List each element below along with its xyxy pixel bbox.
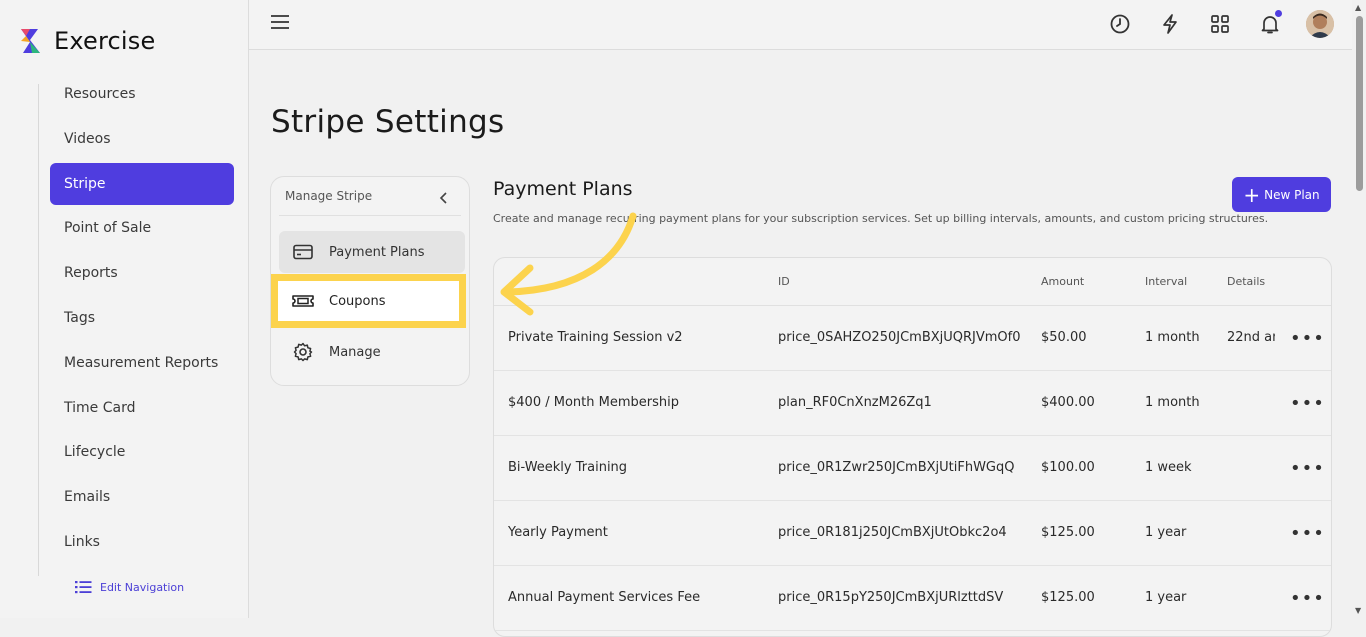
row-more-actions-icon[interactable]: •••	[1290, 588, 1325, 609]
clock-icon	[1110, 14, 1130, 34]
notification-dot	[1275, 10, 1282, 17]
scroll-down-icon[interactable]: ▼	[1355, 606, 1361, 615]
avatar-image	[1306, 10, 1334, 38]
row-more-actions-icon[interactable]: •••	[1290, 458, 1325, 479]
plan-id: plan_RF0CnXnzM26Zq1	[778, 395, 932, 410]
row-more-actions-icon[interactable]: •••	[1290, 523, 1325, 544]
sidebar-item-measurement-reports[interactable]: Measurement Reports	[50, 342, 234, 384]
sidebar-nav: Resources Videos Stripe Point of Sale Re…	[50, 73, 234, 566]
page-scrollbar[interactable]: ▲ ▼	[1352, 0, 1366, 618]
nav-rail	[38, 84, 39, 576]
manage-item-coupons[interactable]: Coupons	[271, 274, 466, 328]
sidebar-item-time-card[interactable]: Time Card	[50, 387, 234, 429]
notifications-button[interactable]	[1256, 10, 1284, 38]
brand[interactable]: Exercise	[18, 27, 155, 55]
plan-interval: 1 month	[1145, 395, 1200, 410]
coupons-label: Coupons	[329, 293, 386, 309]
history-button[interactable]	[1106, 10, 1134, 38]
quick-actions-button[interactable]	[1156, 10, 1184, 38]
plan-name: $400 / Month Membership	[508, 395, 679, 410]
manage-label: Manage	[329, 344, 381, 360]
payment-plans-label: Payment Plans	[329, 244, 425, 260]
scroll-thumb[interactable]	[1356, 16, 1363, 191]
topbar-actions	[1084, 10, 1334, 38]
sidebar-item-stripe[interactable]: Stripe	[50, 162, 234, 205]
plan-amount: $50.00	[1041, 330, 1087, 345]
edit-navigation-link[interactable]: Edit Navigation	[75, 580, 184, 594]
table-row[interactable]: Annual Payment Services Fee price_0R15pY…	[494, 566, 1331, 631]
column-header-id: ID	[778, 275, 790, 288]
column-header-details: Details	[1227, 275, 1266, 288]
sidebar-item-videos[interactable]: Videos	[50, 118, 234, 160]
menu-button[interactable]	[271, 14, 289, 34]
table-row[interactable]: $400 / Month Membership plan_RF0CnXnzM26…	[494, 371, 1331, 436]
sidebar-item-resources[interactable]: Resources	[50, 73, 234, 115]
apps-button[interactable]	[1206, 10, 1234, 38]
new-plan-label: New Plan	[1264, 187, 1320, 202]
bolt-icon	[1163, 14, 1177, 34]
page-title: Stripe Settings	[271, 104, 505, 140]
plan-amount: $100.00	[1041, 460, 1095, 475]
exercise-logo-icon	[21, 29, 40, 53]
ticket-icon	[292, 295, 314, 307]
table-row[interactable]: Yearly Payment price_0R181j250JCmBXjUtOb…	[494, 501, 1331, 566]
plan-id: price_0R15pY250JCmBXjURlzttdSV	[778, 590, 1004, 605]
plan-amount: $125.00	[1041, 525, 1095, 540]
plan-interval: 1 year	[1145, 525, 1187, 540]
sidebar-item-links[interactable]: Links	[50, 521, 234, 563]
plan-name: Bi-Weekly Training	[508, 460, 628, 475]
plan-amount: $125.00	[1041, 590, 1095, 605]
plan-interval: 1 week	[1145, 460, 1192, 475]
plan-details: 22nd and	[1227, 330, 1275, 345]
plan-interval: 1 year	[1145, 590, 1187, 605]
row-more-actions-icon[interactable]: •••	[1290, 393, 1325, 414]
sidebar-item-tags[interactable]: Tags	[50, 297, 234, 339]
row-more-actions-icon[interactable]: •••	[1290, 328, 1325, 349]
sidebar-item-lifecycle[interactable]: Lifecycle	[50, 431, 234, 473]
plan-id: price_0R181j250JCmBXjUtObkc2o4	[778, 525, 1007, 540]
topbar	[249, 0, 1352, 50]
plan-name: Yearly Payment	[508, 525, 608, 540]
sidebar-item-reports[interactable]: Reports	[50, 252, 234, 294]
tutorial-arrow-icon	[500, 212, 637, 316]
plus-icon: +	[1243, 182, 1261, 207]
plan-id: price_0R1Zwr250JCmBXjUtiFhWGqQ	[778, 460, 1015, 475]
edit-navigation-label: Edit Navigation	[100, 580, 185, 594]
credit-card-icon	[293, 244, 313, 260]
column-header-amount: Amount	[1041, 275, 1085, 288]
collapse-panel-button[interactable]	[439, 189, 449, 208]
apps-grid-icon	[1211, 15, 1229, 33]
manage-stripe-heading: Manage Stripe	[285, 189, 373, 203]
plan-id: price_0SAHZO250JCmBXjUQRJVmOf0	[778, 330, 1021, 345]
menu-icon	[271, 15, 289, 29]
plan-amount: $400.00	[1041, 395, 1095, 410]
sidebar: Exercise Resources Videos Stripe Point o…	[0, 0, 249, 618]
chevron-left-icon	[439, 192, 447, 204]
table-row[interactable]: Bi-Weekly Training price_0R1Zwr250JCmBXj…	[494, 436, 1331, 501]
column-header-interval: Interval	[1145, 275, 1188, 288]
user-avatar[interactable]	[1306, 10, 1334, 38]
scroll-up-icon[interactable]: ▲	[1355, 3, 1361, 12]
plan-interval: 1 month	[1145, 330, 1200, 345]
gear-icon	[293, 342, 313, 362]
sidebar-item-emails[interactable]: Emails	[50, 476, 234, 518]
app-name: Exercise	[54, 27, 156, 55]
sidebar-item-point-of-sale[interactable]: Point of Sale	[50, 207, 234, 249]
plan-name: Annual Payment Services Fee	[508, 590, 701, 605]
list-icon	[75, 581, 92, 594]
manage-item-manage[interactable]: Manage	[279, 331, 465, 373]
plan-name: Private Training Session v2	[508, 330, 683, 345]
manage-item-payment-plans[interactable]: Payment Plans	[279, 231, 465, 273]
bell-icon	[1261, 16, 1279, 34]
payment-plans-title: Payment Plans	[493, 178, 633, 200]
panel-divider	[279, 215, 461, 216]
new-plan-button[interactable]: + New Plan	[1232, 177, 1331, 212]
